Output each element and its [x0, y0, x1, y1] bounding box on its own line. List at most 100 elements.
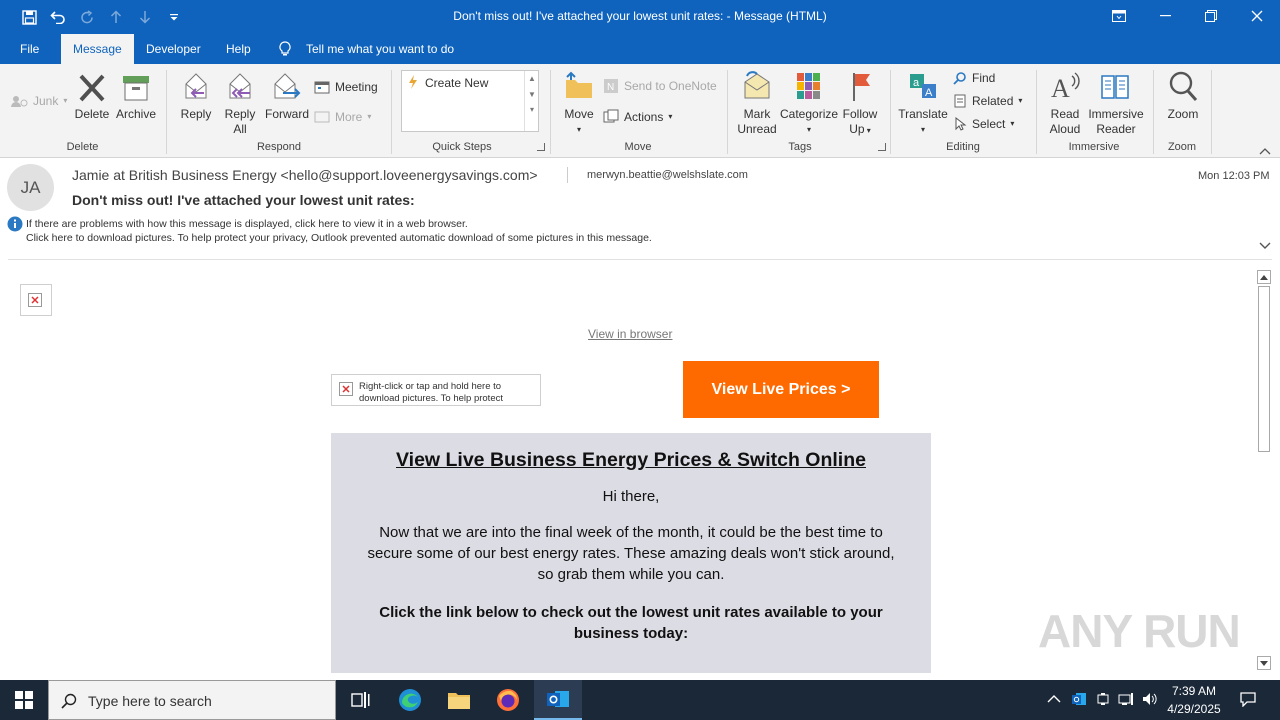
- mark-unread-button[interactable]: Mark Unread: [734, 70, 780, 137]
- select-label: Select: [972, 117, 1006, 131]
- archive-label: Archive: [115, 107, 156, 121]
- reply-button[interactable]: Reply: [176, 70, 216, 122]
- info-bar-download-pictures[interactable]: Click here to download pictures. To help…: [26, 232, 652, 244]
- quick-steps-launcher[interactable]: [537, 143, 545, 151]
- immersive-reader-button[interactable]: Immersive Reader: [1086, 70, 1146, 137]
- network-icon[interactable]: [1118, 692, 1134, 709]
- email-heading-link[interactable]: View Live Business Energy Prices & Switc…: [331, 449, 931, 472]
- forward-button[interactable]: Forward: [264, 70, 310, 122]
- translate-button[interactable]: aA Translate ▾: [898, 70, 948, 137]
- mark-unread-label-2: Unread: [737, 122, 777, 136]
- tab-message[interactable]: Message: [61, 34, 134, 64]
- view-in-browser-link[interactable]: View in browser: [588, 327, 672, 341]
- tab-developer[interactable]: Developer: [134, 34, 213, 64]
- outlook-taskbar-button[interactable]: [534, 680, 582, 720]
- read-aloud-button[interactable]: A Read Aloud: [1044, 70, 1086, 137]
- clock-date[interactable]: 4/29/2025: [1163, 702, 1225, 716]
- blocked-image[interactable]: Right-click or tap and hold here to down…: [331, 374, 541, 406]
- start-button[interactable]: [0, 680, 48, 720]
- volume-icon[interactable]: [1142, 692, 1158, 709]
- file-explorer-button[interactable]: [435, 680, 483, 720]
- restore-icon[interactable]: [1188, 0, 1234, 32]
- delete-icon: [79, 74, 105, 102]
- recipient[interactable]: merwyn.beattie@welshslate.com: [587, 169, 748, 181]
- meeting-label: Meeting: [335, 80, 378, 94]
- immersive-reader-label-2: Reader: [1096, 122, 1136, 136]
- follow-up-button[interactable]: Follow Up ▾: [838, 70, 882, 138]
- view-live-prices-button[interactable]: View Live Prices >: [683, 361, 879, 418]
- translate-label: Translate: [898, 107, 948, 121]
- taskbar-search-placeholder: Type here to search: [88, 693, 212, 709]
- close-icon[interactable]: [1234, 0, 1280, 32]
- outlook-tray-icon[interactable]: [1071, 691, 1087, 710]
- email-greeting: Hi there,: [602, 488, 660, 505]
- edge-button[interactable]: [386, 680, 434, 720]
- actions-button[interactable]: Actions ▾: [603, 108, 672, 126]
- ribbon: Junk ▾ Delete Archive Delete Reply Reply …: [0, 64, 1280, 158]
- quick-steps-scroll[interactable]: ▲ ▼ ▾: [524, 71, 539, 131]
- create-new-quick-step[interactable]: Create New: [425, 76, 488, 90]
- clock-time[interactable]: 7:39 AM: [1166, 684, 1222, 698]
- scroll-thumb[interactable]: [1258, 286, 1270, 452]
- reply-label: Reply: [180, 107, 212, 121]
- zoom-button[interactable]: Zoom: [1162, 70, 1204, 122]
- junk-button[interactable]: Junk ▾: [10, 92, 67, 110]
- quick-steps-gallery[interactable]: Create New ▲ ▼ ▾: [401, 70, 539, 132]
- find-label: Find: [972, 71, 996, 85]
- svg-text:A: A: [925, 87, 933, 99]
- message-scrollbar[interactable]: [1256, 270, 1272, 670]
- edge-icon: [399, 689, 421, 711]
- group-label-zoom: Zoom: [1167, 141, 1197, 153]
- minimize-icon[interactable]: [1142, 0, 1188, 32]
- delete-button[interactable]: Delete: [72, 72, 112, 122]
- find-button[interactable]: Find: [953, 69, 995, 87]
- cursor-icon: [955, 117, 967, 131]
- select-button[interactable]: Select ▾: [953, 115, 1014, 133]
- reply-all-button[interactable]: Reply All: [219, 70, 261, 137]
- ribbon-display-options-icon[interactable]: [1096, 0, 1142, 32]
- notifications-icon[interactable]: [1240, 691, 1256, 710]
- expand-header-icon[interactable]: [1259, 237, 1271, 255]
- group-label-delete: Delete: [66, 141, 99, 153]
- tags-launcher[interactable]: [878, 143, 886, 151]
- info-icon: [7, 216, 23, 237]
- meeting-button[interactable]: Meeting: [314, 78, 378, 96]
- blocked-image-text: Right-click or tap and hold here to down…: [359, 381, 503, 405]
- move-button[interactable]: Move ▾: [558, 70, 600, 137]
- show-hidden-icons[interactable]: [1047, 692, 1061, 707]
- ribbon-divider: [727, 70, 728, 154]
- related-button[interactable]: Related ▾: [953, 92, 1022, 110]
- ribbon-divider: [1036, 70, 1037, 154]
- zoom-label: Zoom: [1167, 107, 1199, 121]
- tab-file[interactable]: File: [8, 34, 51, 64]
- svg-text:a: a: [913, 77, 920, 89]
- scroll-down-button[interactable]: [1257, 656, 1271, 670]
- window-title: Don't miss out! I've attached your lowes…: [453, 9, 827, 23]
- sender[interactable]: Jamie at British Business Energy <hello@…: [72, 167, 538, 183]
- subject: Don't miss out! I've attached your lowes…: [72, 192, 415, 208]
- info-bar-web-view[interactable]: If there are problems with how this mess…: [26, 218, 468, 230]
- tab-help[interactable]: Help: [214, 34, 263, 64]
- ribbon-divider: [391, 70, 392, 154]
- more-respond-button[interactable]: More ▾: [314, 108, 371, 126]
- read-aloud-icon: A: [1051, 72, 1080, 103]
- ribbon-divider: [890, 70, 891, 154]
- firefox-button[interactable]: [484, 680, 532, 720]
- magnifier-icon: [1169, 71, 1198, 101]
- send-to-onenote-button[interactable]: N Send to OneNote: [603, 77, 717, 95]
- delete-label: Delete: [74, 107, 110, 121]
- scroll-up-button[interactable]: [1257, 270, 1271, 284]
- tell-me-search[interactable]: Tell me what you want to do: [306, 42, 454, 56]
- outlook-icon: [547, 691, 569, 707]
- taskbar-search-box[interactable]: Type here to search: [48, 680, 336, 720]
- task-view-button[interactable]: [336, 680, 384, 720]
- device-icon[interactable]: [1096, 692, 1110, 709]
- message-date: Mon 12:03 PM: [1198, 170, 1270, 182]
- ribbon-divider: [166, 70, 167, 154]
- onenote-icon: N: [604, 79, 618, 93]
- forward-label: Forward: [264, 107, 309, 121]
- send-to-onenote-label: Send to OneNote: [624, 79, 717, 93]
- categorize-button[interactable]: Categorize ▾: [780, 70, 838, 137]
- archive-button[interactable]: Archive: [114, 72, 158, 122]
- watermark: ANY RUN: [1038, 605, 1241, 657]
